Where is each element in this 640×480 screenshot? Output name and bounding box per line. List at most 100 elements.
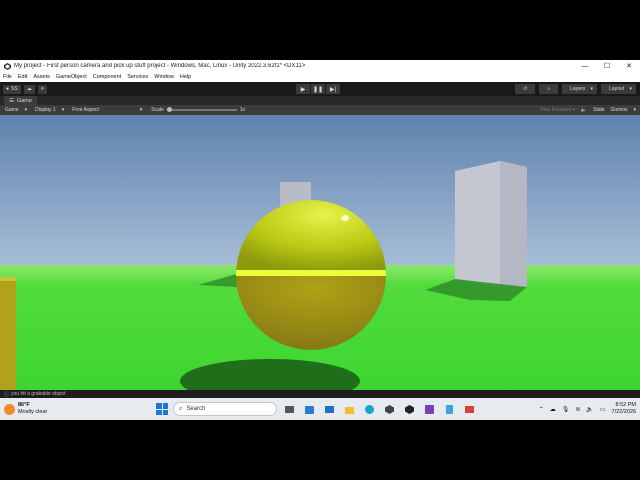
mode-label: Game	[5, 107, 19, 113]
main-toolbar: ● SS ☁ ⟡ ▶ ❚❚ ▶| ↺ ⌕ Layers ▾ Layout ▾	[0, 82, 640, 96]
maximize-button[interactable]: ☐	[596, 60, 618, 72]
notepad-icon[interactable]	[442, 402, 456, 416]
menu-edit[interactable]: Edit	[18, 74, 27, 80]
scale-control: Scale 1x	[151, 107, 245, 113]
cloud-icon: ☁	[26, 86, 32, 92]
account-label: SS	[11, 86, 18, 92]
game-scene	[0, 115, 640, 397]
search-icon: ⌕	[179, 405, 183, 412]
unity-logo-icon	[3, 62, 11, 70]
cloud-tray-icon[interactable]: ☁	[550, 406, 556, 413]
clock[interactable]: 8:52 PM 7/22/2026	[612, 402, 636, 416]
menu-file[interactable]: File	[3, 74, 12, 80]
task-view-icon[interactable]	[282, 402, 296, 416]
sphere-highlight	[341, 215, 349, 221]
snipping-tool-icon[interactable]	[462, 402, 476, 416]
play-focused-label: Play Focused	[540, 107, 571, 113]
console-icon: ⓘ	[4, 391, 10, 398]
taskbar-search[interactable]: ⌕ Search	[173, 402, 277, 416]
collab-button[interactable]: ⟡	[37, 84, 48, 94]
layout-dropdown[interactable]: Layout ▾	[601, 84, 636, 94]
menu-services[interactable]: Services	[127, 74, 148, 80]
account-icon: ●	[6, 86, 10, 92]
wifi-icon[interactable]: ≋	[575, 406, 580, 413]
menu-component[interactable]: Component	[93, 74, 121, 80]
status-bar: ⓘ you hit a grabable object	[0, 390, 640, 398]
layers-label: Layers	[566, 84, 590, 94]
pause-icon: ❚❚	[311, 84, 325, 94]
menu-window[interactable]: Window	[154, 74, 174, 80]
menu-help[interactable]: Help	[180, 74, 191, 80]
edge-icon[interactable]	[362, 402, 376, 416]
cloud-button[interactable]: ☁	[23, 84, 35, 94]
scale-value: 1x	[239, 107, 246, 113]
yellow-cube[interactable]	[0, 277, 16, 397]
menu-bar: File Edit Assets GameObject Component Se…	[0, 72, 640, 82]
scale-label: Scale	[151, 107, 164, 113]
aspect-dropdown[interactable]: Free Aspect ▾	[69, 107, 145, 113]
battery-icon[interactable]: ▭	[600, 406, 606, 413]
visual-studio-icon[interactable]	[422, 402, 436, 416]
step-button[interactable]: ▶|	[326, 84, 340, 94]
display-label: Display 1	[35, 107, 56, 113]
pause-button[interactable]: ❚❚	[311, 84, 325, 94]
aspect-label: Free Aspect	[72, 107, 99, 113]
scale-slider[interactable]	[166, 107, 237, 112]
file-explorer-icon[interactable]	[342, 402, 356, 416]
search-button[interactable]: ⌕	[539, 84, 559, 94]
close-button[interactable]: ✕	[618, 60, 640, 72]
volume-icon[interactable]: 🔈	[586, 406, 593, 413]
gizmos-dropdown-icon[interactable]: ▾	[633, 107, 636, 113]
unity-window: My project - First person camera and pic…	[0, 60, 640, 420]
scale-slider-knob[interactable]	[166, 107, 172, 112]
history-button[interactable]: ↺	[515, 84, 536, 94]
clock-time: 8:52 PM	[615, 402, 636, 408]
store-icon[interactable]	[302, 402, 316, 416]
unity-editor-icon[interactable]	[402, 402, 416, 416]
tab-bar: ☰ Game	[0, 96, 640, 105]
speaker-icon: 🔈	[580, 107, 588, 113]
play-focused-dropdown[interactable]: Play Focused ▾	[541, 107, 575, 113]
mic-icon[interactable]: 🎙	[562, 406, 570, 413]
play-icon: ▶	[296, 84, 310, 94]
tab-game-label: Game	[16, 97, 32, 104]
game-controller-icon: ☰	[9, 97, 14, 104]
system-tray: ⌃ ☁ 🎙 ≋ 🔈 ▭ 8:52 PM 7/22/2026	[539, 400, 636, 418]
history-icon: ↺	[519, 84, 532, 94]
search-toolbar-icon: ⌕	[543, 84, 555, 94]
gizmos-button[interactable]: Gizmos	[611, 107, 628, 113]
weather-temp: 86°F	[18, 402, 30, 408]
windows-start-icon[interactable]	[156, 403, 168, 415]
stats-button[interactable]: Stats	[593, 107, 604, 113]
display-dropdown[interactable]: Display 1 ▾	[32, 107, 67, 113]
mail-icon[interactable]	[322, 402, 336, 416]
menu-assets[interactable]: Assets	[33, 74, 50, 80]
weather-desc: Mostly clear	[18, 409, 48, 415]
title-bar: My project - First person camera and pic…	[0, 60, 640, 72]
layout-label: Layout	[605, 84, 629, 94]
weather-icon	[4, 403, 15, 415]
weather-widget[interactable]: 86°F Mostly clear	[4, 402, 47, 416]
show-hidden-icons[interactable]: ⌃	[539, 406, 544, 413]
account-button[interactable]: ● SS	[3, 84, 21, 94]
search-placeholder: Search	[186, 406, 206, 412]
tall-block-side	[500, 161, 527, 287]
game-view-bar: Game ▾ Display 1 ▾ Free Aspect ▾ Scale 1x P…	[0, 105, 640, 115]
minimize-button[interactable]: —	[574, 60, 596, 72]
window-title: My project - First person camera and pic…	[14, 63, 306, 69]
unity-hub-icon[interactable]	[382, 402, 396, 416]
mute-audio-button[interactable]: 🔈	[581, 107, 587, 113]
layers-dropdown[interactable]: Layers ▾	[562, 84, 598, 94]
game-viewport[interactable]	[0, 115, 640, 397]
status-message: you hit a grabable object	[11, 391, 66, 397]
menu-gameobject[interactable]: GameObject	[56, 74, 87, 80]
clock-date: 7/22/2026	[611, 409, 636, 415]
collab-icon: ⟡	[40, 86, 45, 92]
windows-taskbar: 86°F Mostly clear ⌕ Search ⌃ ☁ 🎙 ≋ 🔈 ▭ 8…	[0, 398, 640, 420]
play-controls: ▶ ❚❚ ▶|	[296, 84, 340, 94]
yellow-cube-top	[0, 277, 16, 281]
mode-dropdown[interactable]: Game ▾	[2, 107, 30, 113]
step-icon: ▶|	[326, 84, 340, 94]
play-button[interactable]: ▶	[296, 84, 310, 94]
tab-game[interactable]: ☰ Game	[4, 96, 37, 105]
